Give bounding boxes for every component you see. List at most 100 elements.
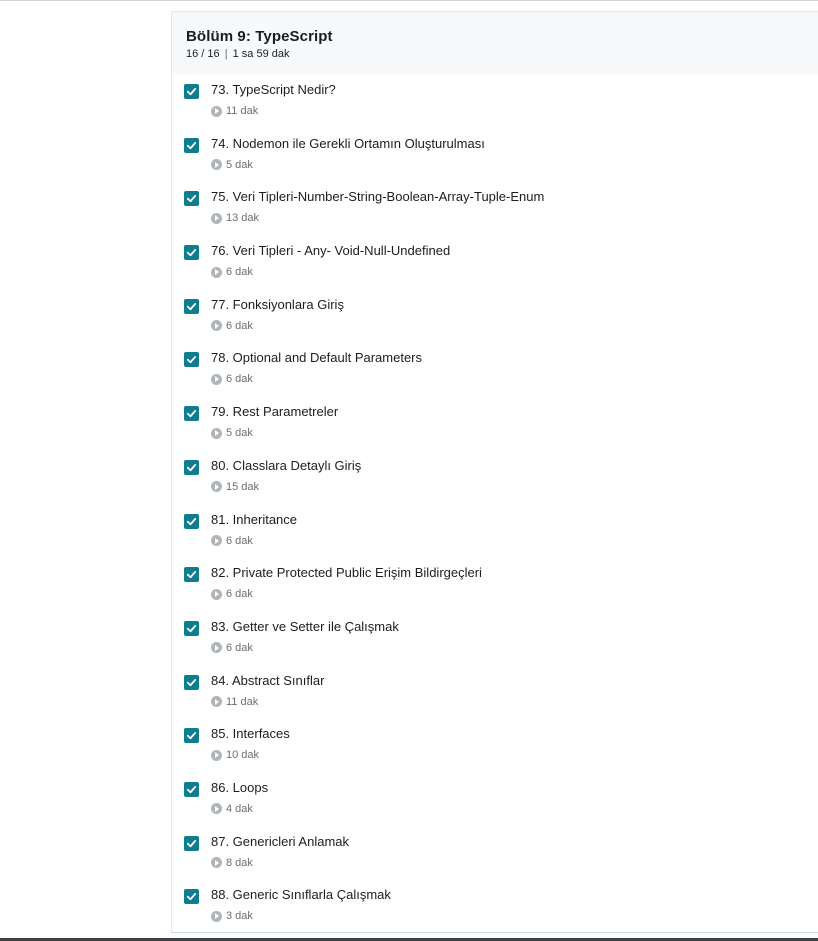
checkmark-icon <box>186 356 197 364</box>
duration-text: 5 dak <box>226 158 253 171</box>
lecture-duration: 6 dak <box>211 641 253 655</box>
completed-checkbox[interactable] <box>184 352 199 368</box>
lecture-item[interactable]: 73. TypeScript Nedir? 11 dak <box>172 74 818 128</box>
checkmark-icon <box>186 410 197 418</box>
completed-checkbox[interactable] <box>184 620 199 636</box>
lecture-title: 82. Private Protected Public Erişim Bild… <box>211 565 482 581</box>
checkmark-icon <box>186 88 197 96</box>
lecture-duration: 4 dak <box>211 802 253 816</box>
completed-checkbox[interactable] <box>184 459 199 475</box>
duration-text: 13 dak <box>226 212 260 225</box>
checkmark-icon <box>186 302 197 310</box>
lecture-duration: 5 dak <box>211 158 253 172</box>
meta-separator: | <box>224 48 228 60</box>
section-meta: 16 / 16 | 1 sa 59 dak <box>186 47 818 61</box>
completed-checkbox[interactable] <box>184 298 199 314</box>
checkmark-icon <box>186 678 197 686</box>
duration-text: 8 dak <box>226 856 253 869</box>
lecture-item[interactable]: 83. Getter ve Setter ile Çalışmak 6 dak <box>172 611 818 665</box>
lecture-item[interactable]: 79. Rest Parametreler 5 dak <box>172 396 818 450</box>
completed-checkbox[interactable] <box>184 245 199 261</box>
lecture-item[interactable]: 85. Interfaces 10 dak <box>172 718 818 772</box>
lecture-item[interactable]: 74. Nodemon ile Gerekli Ortamın Oluşturu… <box>172 128 818 182</box>
lecture-title: 74. Nodemon ile Gerekli Ortamın Oluşturu… <box>211 135 485 151</box>
play-circle-icon <box>211 320 222 332</box>
checkmark-icon <box>186 249 197 257</box>
lecture-duration: 5 dak <box>211 426 253 440</box>
checkmark-icon <box>186 839 197 847</box>
lecture-item[interactable]: 88. Generic Sınıflarla Çalışmak 3 dak <box>172 879 818 933</box>
lecture-duration: 11 dak <box>211 695 258 709</box>
lecture-item[interactable]: 78. Optional and Default Parameters 6 dak <box>172 342 818 396</box>
section-title: Bölüm 9: TypeScript <box>186 28 333 45</box>
checkmark-icon <box>186 893 197 901</box>
lecture-duration: 8 dak <box>211 856 253 870</box>
play-circle-icon <box>211 588 222 600</box>
duration-text: 5 dak <box>226 427 253 440</box>
completed-checkbox[interactable] <box>184 889 199 905</box>
duration-text: 10 dak <box>226 749 260 762</box>
duration-text: 4 dak <box>226 802 253 815</box>
completed-checkbox[interactable] <box>184 567 199 583</box>
lecture-title: 80. Classlara Detaylı Giriş <box>211 457 362 473</box>
lecture-duration: 6 dak <box>211 534 253 548</box>
play-circle-icon <box>211 696 222 708</box>
lecture-duration: 3 dak <box>211 909 253 923</box>
completed-checkbox[interactable] <box>184 674 199 690</box>
completed-checkbox[interactable] <box>184 835 199 851</box>
duration-text: 6 dak <box>226 641 253 654</box>
lecture-title: 78. Optional and Default Parameters <box>211 350 423 366</box>
completed-checkbox[interactable] <box>184 513 199 529</box>
lecture-duration: 6 dak <box>211 265 253 279</box>
play-circle-icon <box>211 910 222 922</box>
section-progress: 16 / 16 <box>186 48 220 60</box>
duration-text: 11 dak <box>226 105 259 117</box>
duration-text: 6 dak <box>226 534 253 547</box>
lecture-duration: 6 dak <box>211 319 253 333</box>
completed-checkbox[interactable] <box>184 191 199 207</box>
completed-checkbox[interactable] <box>184 781 199 797</box>
play-circle-icon <box>211 535 222 546</box>
lecture-title: 77. Fonksiyonlara Giriş <box>211 296 344 312</box>
lecture-item[interactable]: 75. Veri Tipleri-Number-String-Boolean-A… <box>172 181 818 235</box>
checkmark-icon <box>186 141 197 149</box>
lecture-item[interactable]: 77. Fonksiyonlara Giriş 6 dak <box>172 289 818 343</box>
lecture-title: 84. Abstract Sınıflar <box>211 672 325 688</box>
lecture-title: 76. Veri Tipleri - Any- Void-Null-Undefi… <box>211 243 451 259</box>
lecture-duration: 15 dak <box>211 480 259 494</box>
completed-checkbox[interactable] <box>184 84 199 99</box>
section-header[interactable]: Bölüm 9: TypeScript 16 / 16 | 1 sa 59 da… <box>172 11 818 74</box>
lecture-item[interactable]: 86. Loops 4 dak <box>172 772 818 826</box>
play-circle-icon <box>211 212 222 224</box>
duration-text: 6 dak <box>226 373 253 386</box>
lecture-item[interactable]: 81. Inheritance 6 dak <box>172 504 818 558</box>
lecture-item[interactable]: 80. Classlara Detaylı Giriş 15 dak <box>172 450 818 504</box>
course-content-panel: Bölüm 9: TypeScript 16 / 16 | 1 sa 59 da… <box>171 11 818 933</box>
completed-checkbox[interactable] <box>184 728 199 744</box>
lecture-title: 79. Rest Parametreler <box>211 404 339 420</box>
play-circle-icon <box>211 373 222 385</box>
duration-text: 6 dak <box>226 266 253 279</box>
completed-checkbox[interactable] <box>184 137 199 153</box>
duration-text: 3 dak <box>226 910 253 923</box>
lecture-duration: 10 dak <box>211 748 259 762</box>
play-circle-icon <box>211 803 222 815</box>
lecture-title: 75. Veri Tipleri-Number-String-Boolean-A… <box>211 189 545 205</box>
lecture-item[interactable]: 84. Abstract Sınıflar 11 dak <box>172 665 818 719</box>
duration-text: 11 dak <box>226 695 259 708</box>
duration-text: 6 dak <box>226 319 253 332</box>
lecture-item[interactable]: 76. Veri Tipleri - Any- Void-Null-Undefi… <box>172 235 818 289</box>
duration-text: 6 dak <box>226 588 253 601</box>
lecture-title: 87. Genericleri Anlamak <box>211 833 350 849</box>
checkmark-icon <box>186 195 197 203</box>
completed-checkbox[interactable] <box>184 406 199 422</box>
lecture-item[interactable]: 87. Genericleri Anlamak 8 dak <box>172 826 818 880</box>
checkmark-icon <box>186 785 197 794</box>
checkmark-icon <box>186 517 197 525</box>
lecture-title: 86. Loops <box>211 779 269 795</box>
lecture-item[interactable]: 82. Private Protected Public Erişim Bild… <box>172 557 818 611</box>
play-circle-icon <box>211 427 222 439</box>
lecture-duration: 13 dak <box>211 211 259 225</box>
lecture-duration: 6 dak <box>211 372 253 386</box>
checkmark-icon <box>186 571 197 579</box>
